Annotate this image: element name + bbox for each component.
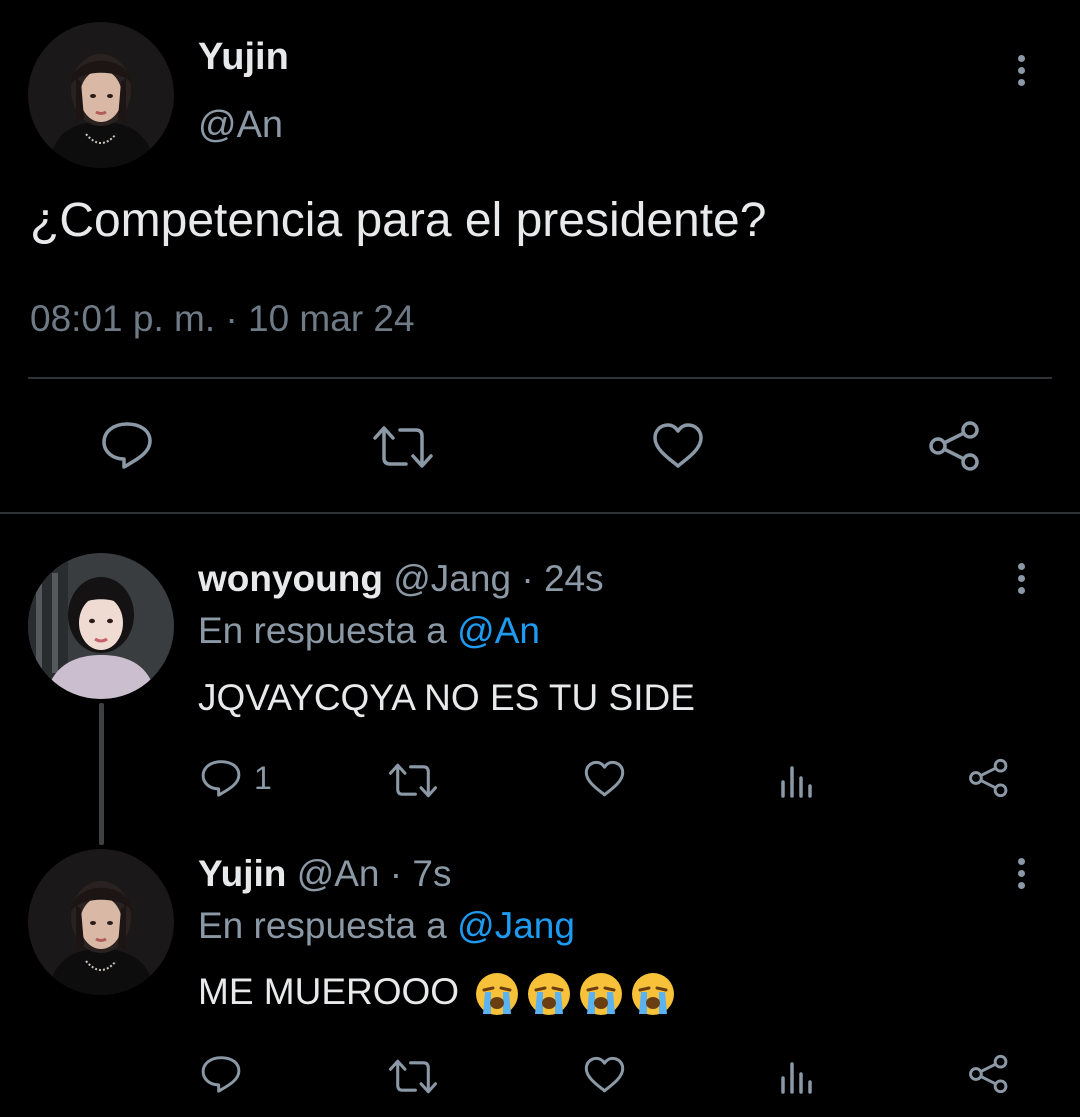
more-options-button[interactable]	[1011, 853, 1031, 893]
reply-icon	[201, 760, 241, 797]
divider	[0, 512, 1080, 514]
retweet-button[interactable]	[372, 424, 434, 470]
reply-prefix: En respuesta a	[198, 905, 447, 946]
reply-count: 1	[254, 759, 272, 796]
share-button[interactable]	[968, 758, 1010, 798]
reply-text: ME MUEROOO	[198, 970, 460, 1012]
retweet-button[interactable]	[388, 1058, 438, 1095]
loudly-crying-face-icon	[629, 970, 677, 1018]
reply-author-name[interactable]: Yujin	[198, 853, 286, 894]
main-author-name[interactable]: Yujin	[198, 36, 289, 79]
views-icon	[781, 766, 812, 798]
reply-text: JQVAYCQYA NO ES TU SIDE	[198, 677, 695, 718]
reply-header: Yujin @An · 7s	[198, 853, 451, 895]
reply-author-name[interactable]: wonyoung	[198, 558, 383, 599]
reply-age[interactable]: 24s	[544, 558, 604, 599]
retweet-button[interactable]	[388, 762, 438, 799]
more-dot-icon	[1017, 574, 1025, 582]
like-icon	[584, 1056, 625, 1093]
reply-mention-link[interactable]: @Jang	[457, 905, 575, 946]
reply-icon	[201, 1056, 241, 1093]
emoji-group	[473, 970, 677, 1018]
main-tweet-timestamp[interactable]: 08:01 p. m. · 10 mar 24	[30, 298, 415, 340]
share-icon	[969, 758, 1008, 798]
reply-context: En respuesta a @Jang	[198, 905, 575, 947]
loudly-crying-face-icon	[525, 970, 573, 1018]
more-dot-icon	[1017, 54, 1025, 62]
avatar-reply-author[interactable]	[28, 553, 174, 699]
like-button[interactable]	[651, 422, 705, 470]
divider	[28, 377, 1052, 379]
separator: ·	[521, 558, 534, 599]
views-icon	[781, 1062, 812, 1094]
like-button[interactable]	[583, 1056, 626, 1094]
like-icon	[584, 760, 625, 797]
reply-age[interactable]: 7s	[412, 853, 451, 894]
separator: ·	[389, 853, 403, 894]
reply-icon	[102, 422, 152, 469]
views-button[interactable]	[779, 762, 815, 798]
reply-text-row: ME MUEROOO	[198, 970, 677, 1018]
reply-context: En respuesta a @An	[198, 610, 540, 652]
loudly-crying-face-icon	[577, 970, 625, 1018]
more-dot-icon	[1017, 881, 1025, 889]
share-icon	[929, 421, 979, 471]
more-dot-icon	[1017, 869, 1025, 877]
reply-button[interactable]	[200, 1054, 242, 1094]
views-button[interactable]	[779, 1058, 815, 1094]
retweet-icon	[388, 763, 438, 798]
more-dot-icon	[1017, 78, 1025, 86]
more-dot-icon	[1017, 562, 1025, 570]
avatar-reply-author[interactable]	[28, 849, 174, 995]
more-dot-icon	[1017, 66, 1025, 74]
reply-header: wonyoung @Jang · 24s	[198, 558, 604, 600]
more-options-button[interactable]	[1011, 558, 1031, 598]
reply-button[interactable]	[100, 420, 154, 470]
reply-prefix: En respuesta a	[198, 610, 447, 651]
share-button[interactable]	[928, 420, 982, 472]
more-options-button[interactable]	[1011, 50, 1031, 90]
main-tweet-text: ¿Competencia para el presidente?	[30, 194, 767, 247]
like-button[interactable]	[583, 760, 626, 798]
thread-connector-line	[99, 703, 104, 845]
more-dot-icon	[1017, 586, 1025, 594]
more-dot-icon	[1017, 857, 1025, 865]
reply-button[interactable]: 1	[200, 758, 272, 798]
main-author-handle[interactable]: @An	[198, 104, 283, 147]
reply-mention-link[interactable]: @An	[457, 610, 540, 651]
loudly-crying-face-icon	[473, 970, 521, 1018]
share-button[interactable]	[968, 1054, 1010, 1094]
retweet-icon	[373, 426, 433, 468]
reply-author-handle[interactable]: @Jang	[393, 558, 511, 599]
retweet-icon	[388, 1059, 438, 1094]
like-icon	[653, 423, 703, 468]
share-icon	[969, 1054, 1008, 1094]
reply-author-handle[interactable]: @An	[297, 853, 380, 894]
avatar-main-author[interactable]	[28, 22, 174, 168]
